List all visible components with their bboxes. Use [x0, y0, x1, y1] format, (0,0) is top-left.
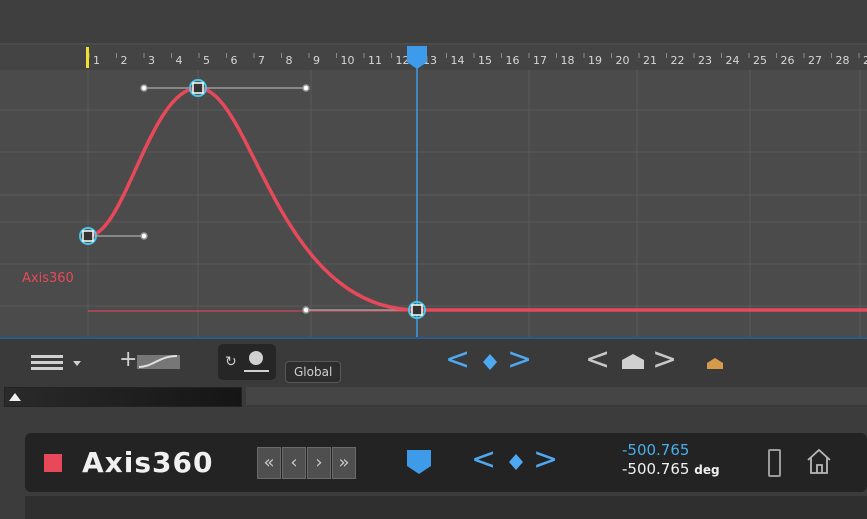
svg-text:<: <: [585, 347, 610, 377]
global-mode-button[interactable]: Global: [285, 361, 342, 383]
zoom-track[interactable]: [246, 387, 867, 405]
current-value-readout: -500.765: [622, 441, 690, 459]
frame-number-label: 25: [753, 54, 767, 67]
svg-text:>: >: [652, 347, 677, 377]
frame-number-label: 23: [698, 54, 712, 67]
frame-number-label: 4: [176, 54, 183, 67]
top-header-bar: [0, 0, 867, 44]
key-navigation-arrows[interactable]: < >: [445, 342, 535, 381]
frame-number-label: 16: [506, 54, 520, 67]
channel-color-swatch[interactable]: [44, 454, 62, 472]
frame-number-label: 7: [258, 54, 265, 67]
curve-toolbar: + ↻ Global < > < >: [0, 337, 867, 386]
frame-number-label: 17: [533, 54, 547, 67]
frame-number-label: 29: [863, 54, 867, 67]
graph-canvas[interactable]: 1 2 3 4 5 6 7 8 9 10 11 12 13 14 15 16 17 18 19 20 21 22 23 24 2…: [0, 43, 867, 337]
frame-number-label: 24: [726, 54, 740, 67]
frame-number-label: 10: [341, 54, 355, 67]
last-key-button[interactable]: »: [332, 447, 356, 479]
graph-grid: [0, 68, 867, 337]
loop-settings-icon[interactable]: ↻: [218, 344, 276, 380]
channel-key-navigation-arrows[interactable]: < >: [471, 447, 561, 477]
curve-name-label: Axis360: [22, 271, 74, 286]
frame-number-label: 19: [588, 54, 602, 67]
frame-number-label: 20: [616, 54, 630, 67]
add-key-curve-icon[interactable]: +: [119, 347, 182, 378]
frame-number-label: 15: [478, 54, 492, 67]
panel-toggle-icon[interactable]: [768, 449, 781, 477]
svg-text:<: <: [445, 347, 470, 377]
frame-number-label: 3: [148, 54, 155, 67]
frame-number-label: 5: [203, 54, 210, 67]
channel-name: Axis360: [82, 446, 214, 479]
curve-graph-editor[interactable]: 1 2 3 4 5 6 7 8 9 10 11 12 13 14 15 16 17 18 19 20 21 22 23 24 2…: [0, 43, 867, 337]
keyframes[interactable]: [79, 79, 426, 319]
frame-number-label: 2: [121, 54, 128, 67]
svg-text:>: >: [533, 447, 558, 477]
next-key-button[interactable]: ›: [307, 447, 331, 479]
frame-number-label: 18: [561, 54, 575, 67]
frame-number-label: 1: [93, 54, 100, 67]
slider-thumb-icon[interactable]: [5, 388, 25, 406]
frame-number-label: 9: [313, 54, 320, 67]
first-key-button[interactable]: «: [257, 447, 281, 479]
frame-number-label: 26: [781, 54, 795, 67]
lower-strip: [25, 496, 867, 519]
frame-number-label: 22: [671, 54, 685, 67]
svg-text:↻: ↻: [225, 354, 237, 370]
value-unit: deg: [694, 463, 720, 477]
frame-number-label: 11: [368, 54, 382, 67]
menu-icon[interactable]: [31, 351, 89, 375]
home-key-navigation-icon[interactable]: < >: [585, 342, 730, 381]
zoom-slider[interactable]: [4, 387, 242, 407]
svg-text:+: +: [119, 349, 137, 372]
home-icon[interactable]: [804, 446, 834, 476]
playhead-key-icon[interactable]: [405, 448, 433, 476]
previous-key-button[interactable]: ‹: [282, 447, 306, 479]
display-value: -500.765: [622, 460, 690, 478]
frame-number-label: 27: [808, 54, 822, 67]
display-value-readout: -500.765 deg: [622, 460, 720, 478]
frame-number-label: 14: [451, 54, 465, 67]
frame-number-label: 6: [231, 54, 238, 67]
svg-text:>: >: [507, 347, 532, 377]
svg-text:<: <: [471, 447, 496, 477]
frame-number-label: 8: [286, 54, 293, 67]
tangent-handles[interactable]: [88, 84, 417, 314]
range-start-marker[interactable]: [86, 47, 89, 68]
frame-number-label: 21: [643, 54, 657, 67]
frame-number-label: 28: [836, 54, 850, 67]
